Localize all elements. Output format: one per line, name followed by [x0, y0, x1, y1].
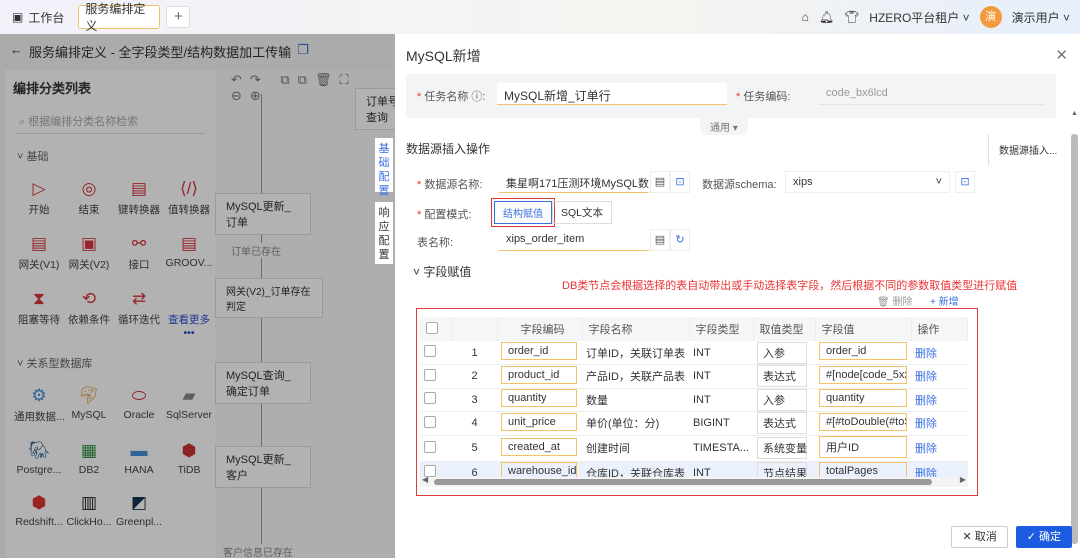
table-row: 3 quantity 数量 INT 入参 quantity 删除 — [420, 388, 968, 412]
field-value-input[interactable]: #[node[code_5xxz8... — [819, 365, 908, 384]
task-name-input[interactable]: MySQL新增_订单行 — [497, 83, 727, 105]
workbench-icon: ▣ — [12, 10, 24, 24]
section-title: 数据源插入操作 — [406, 142, 491, 156]
home-icon[interactable]: ⌂ — [802, 10, 809, 24]
table-row: 4 unit_price 单价(单位：分) BIGINT 表达式 #[#toDo… — [420, 411, 968, 436]
delete-row-link[interactable]: 删除 — [915, 443, 937, 455]
mode-highlight: 结构赋值 — [491, 198, 555, 227]
user-menu[interactable]: 演示用户 ˅ — [1012, 9, 1070, 26]
row-checkbox[interactable] — [424, 368, 436, 381]
field-value-input[interactable]: quantity — [819, 389, 908, 408]
top-bar: ▣ 工作台 服务编排定义 + ⌂ 🔔︎ 👕︎ HZERO平台租户 ˅ 演 演示用户… — [0, 0, 1080, 34]
refresh-icon[interactable]: ↻ — [670, 229, 690, 251]
table-action-icon[interactable]: ▤ — [650, 229, 670, 251]
row-checkbox[interactable] — [424, 440, 436, 453]
datasource-edit-icon[interactable]: ⊡ — [670, 171, 690, 193]
horizontal-scrollbar[interactable]: ◀ ▶ — [420, 475, 968, 487]
row-checkbox[interactable] — [424, 345, 436, 357]
tab-response-config[interactable]: 响应配置 — [375, 202, 393, 264]
add-tab-button[interactable]: + — [166, 6, 191, 28]
task-code-input[interactable]: code_bx6lcd — [819, 83, 1044, 105]
value-type-select[interactable]: 表达式 — [757, 365, 808, 388]
delete-row-link[interactable]: 删除 — [915, 418, 937, 430]
value-type-select[interactable]: 入参 — [757, 341, 808, 364]
table-row: 1 order_id 订单ID，关联订单表 INT 入参 order_id 删除 — [420, 341, 968, 365]
value-type-select[interactable]: 入参 — [757, 388, 808, 411]
add-row-button[interactable]: + 新增 — [930, 293, 959, 308]
field-code-input[interactable]: unit_price — [501, 412, 577, 431]
delete-row-link[interactable]: 删除 — [915, 348, 937, 360]
tenant-selector[interactable]: HZERO平台租户 ˅ — [869, 9, 969, 26]
field-value-input[interactable]: order_id — [819, 342, 908, 360]
select-all-checkbox[interactable] — [426, 321, 438, 334]
field-code-input[interactable]: created_at — [501, 437, 577, 456]
delete-row-link[interactable]: 删除 — [915, 395, 937, 407]
schema-select[interactable]: xips ˅ — [785, 171, 950, 193]
row-checkbox[interactable] — [424, 392, 436, 405]
field-code-input[interactable]: quantity — [501, 389, 577, 408]
annotation-note: DB类节点会根据选择的表自动带出或手动选择表字段，然后根据不同的参数取值类型进行… — [562, 280, 1018, 292]
datasource-select[interactable]: 集星啊171压测环境MySQL数据源 — [499, 171, 649, 193]
fields-table: 字段编码 字段名称 字段类型 取值类型 字段值 操作 1 order_id 订单… — [420, 317, 969, 485]
schema-edit-icon[interactable]: ⊡ — [955, 171, 975, 193]
fields-collapse[interactable]: ˅ 字段赋值 — [413, 263, 471, 280]
field-value-input[interactable]: 用户ID — [819, 435, 908, 458]
row-checkbox[interactable] — [424, 415, 436, 428]
table-name-select[interactable]: xips_order_item — [499, 229, 649, 251]
avatar[interactable]: 演 — [979, 6, 1002, 28]
field-code-input[interactable]: order_id — [501, 342, 577, 360]
cancel-button[interactable]: ✕ 取消 — [951, 526, 1008, 548]
mysql-insert-drawer: MySQL新增 ✕ * 任务名称 ⓘ: MySQL新增_订单行 * 任务编码: … — [395, 34, 1080, 558]
drawer-title: MySQL新增 — [406, 48, 481, 64]
chevron-down-icon: ˅ — [935, 176, 942, 188]
modal-mask[interactable] — [0, 34, 395, 558]
vertical-scrollbar[interactable]: ▲ — [1071, 104, 1078, 554]
table-row: 5 created_at 创建时间 TIMESTA... 系统变量 用户ID 删… — [420, 435, 968, 462]
batch-delete-button[interactable]: 🗑︎ 删除 — [877, 293, 912, 308]
table-row: 2 product_id 产品ID，关联产品表 INT 表达式 #[node[c… — [420, 364, 968, 389]
shirt-icon[interactable]: 👕︎ — [844, 10, 859, 24]
delete-row-link[interactable]: 删除 — [915, 371, 937, 383]
ok-button[interactable]: ✓ 确定 — [1015, 526, 1072, 548]
fields-table-highlight: 字段编码 字段名称 字段类型 取值类型 字段值 操作 1 order_id 订单… — [416, 308, 978, 496]
general-section: * 任务名称 ⓘ: MySQL新增_订单行 * 任务编码: code_bx6lc… — [406, 74, 1056, 118]
field-code-input[interactable]: product_id — [501, 365, 577, 384]
tab-workbench[interactable]: ▣ 工作台 — [6, 5, 70, 29]
section-anchor[interactable]: 数据源插入... — [988, 134, 1067, 165]
datasource-action-icon[interactable]: ▤ — [650, 171, 670, 193]
close-icon[interactable]: ✕ — [1055, 46, 1068, 64]
field-value-input[interactable]: #[#toDouble(#toStr... — [819, 412, 908, 431]
general-toggle[interactable]: 通用 ▾ — [700, 118, 748, 135]
mode-struct-button[interactable]: 结构赋值 — [494, 201, 552, 224]
value-type-select[interactable]: 系统变量 — [757, 437, 808, 459]
bell-icon[interactable]: 🔔︎ — [819, 10, 834, 24]
tab-basic-config[interactable]: 基础配置 — [375, 138, 393, 197]
tab-service-orchestration[interactable]: 服务编排定义 — [78, 2, 161, 33]
value-type-select[interactable]: 表达式 — [757, 412, 808, 435]
mode-sql-button[interactable]: SQL文本 — [552, 201, 613, 224]
